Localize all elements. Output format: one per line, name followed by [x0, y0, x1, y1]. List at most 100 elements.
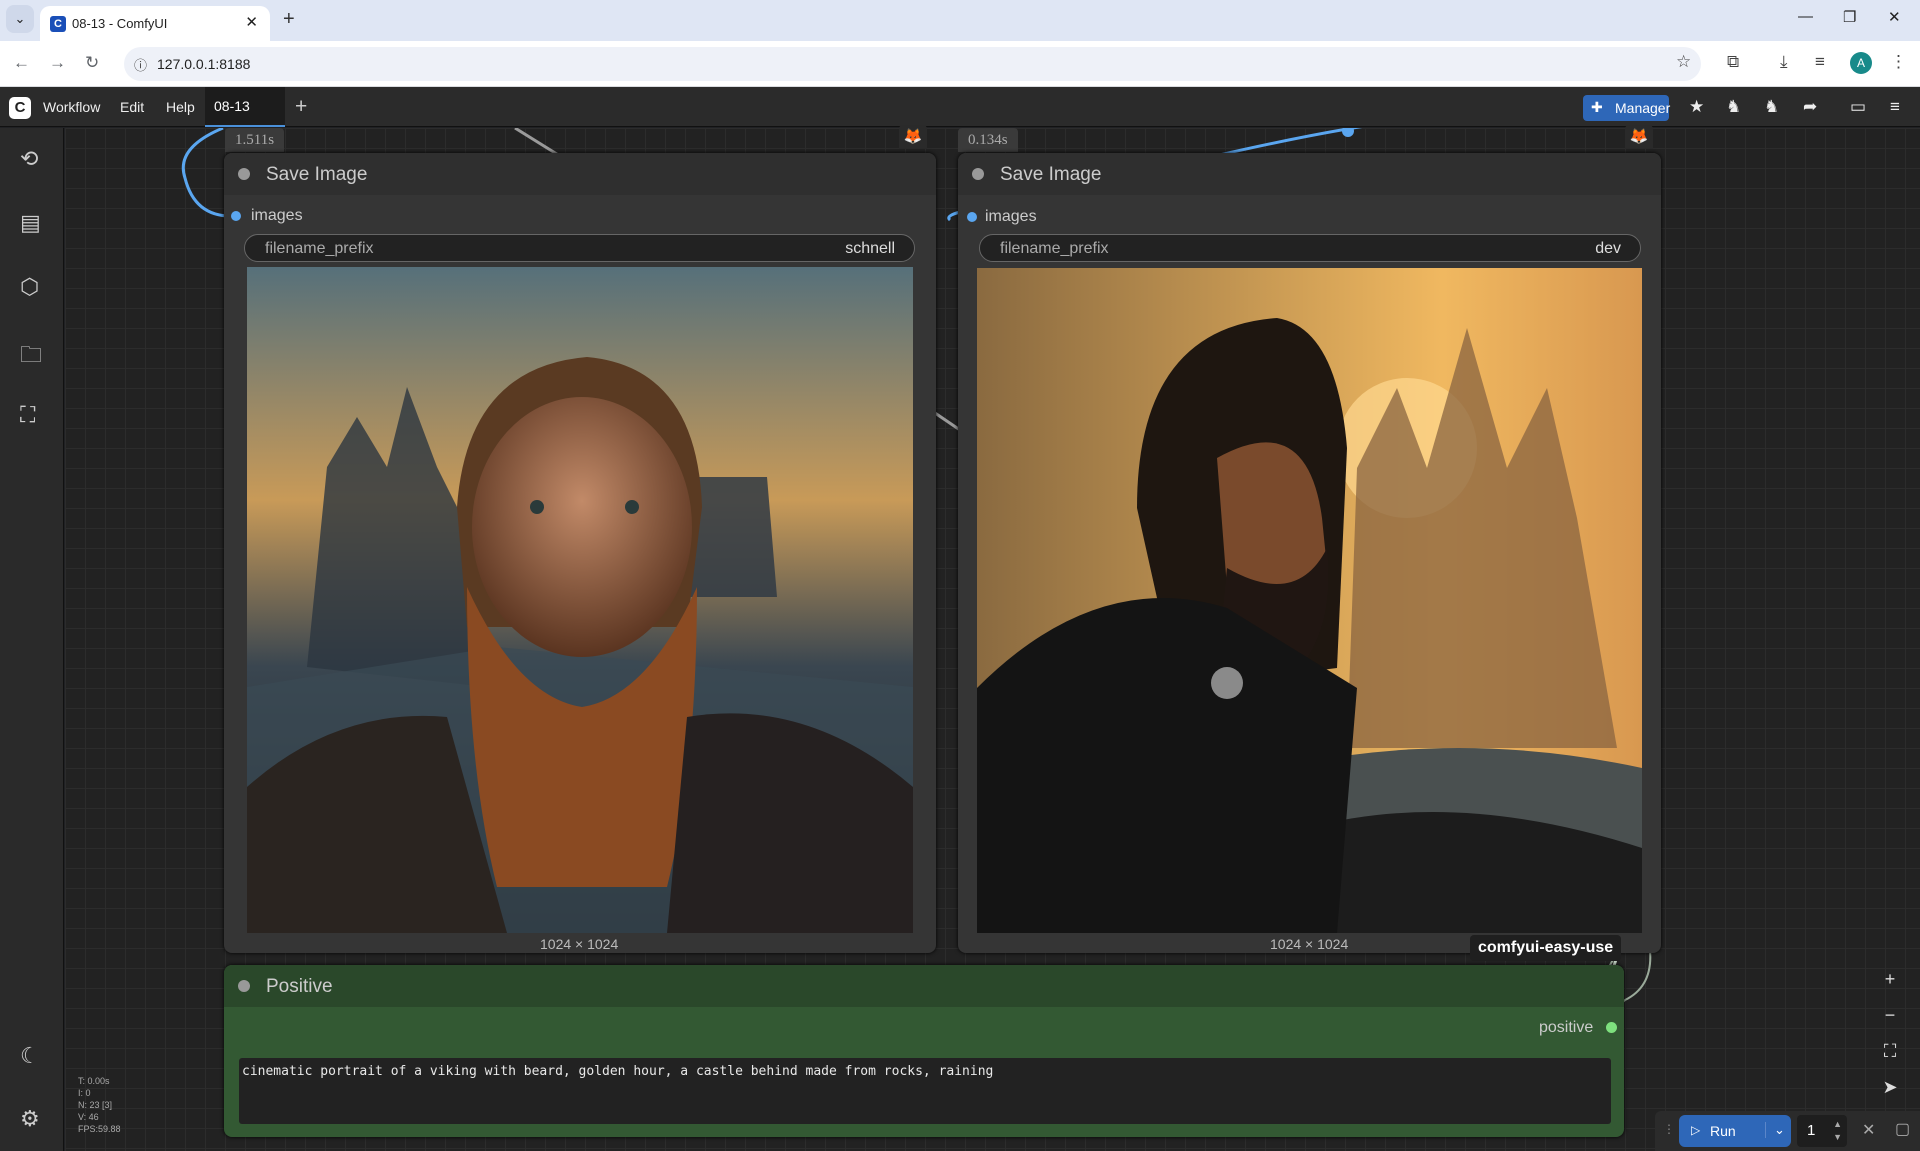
run-button[interactable]: ▷ Run ⌄ [1679, 1115, 1791, 1147]
zoom-out-icon[interactable]: − [1870, 997, 1910, 1033]
filename-prefix-widget[interactable]: filename_prefix schnell [244, 234, 915, 262]
browser-tab[interactable]: C 08-13 - ComfyUI ✕ [40, 6, 270, 41]
increment-icon[interactable]: ▲ [1833, 1119, 1842, 1129]
browser-menu-icon[interactable]: ⋮ [1890, 52, 1907, 72]
star-icon[interactable]: ★ [1689, 97, 1704, 117]
panel-toggle-icon[interactable]: ▭ [1850, 97, 1866, 117]
downloads-icon[interactable]: ⤓ [1780, 52, 1788, 72]
profile-avatar[interactable]: A [1850, 52, 1872, 74]
images-input-slot[interactable] [967, 212, 977, 222]
tab-title: 08-13 - ComfyUI [72, 16, 168, 31]
run-mode-dropdown-icon[interactable]: ⌄ [1765, 1122, 1785, 1138]
fit-view-icon[interactable]: ⛶ [1870, 1033, 1910, 1069]
forward-icon[interactable]: → [49, 53, 66, 73]
images-input-label: images [985, 208, 1037, 225]
node-header[interactable]: Positive [224, 965, 1624, 1007]
stat-items: I: 0 [78, 1088, 91, 1098]
browser-toolbar: ← → ↻ ⓘ 127.0.0.1:8188 ☆ ⧉ ⤓ ≡ A ⋮ [0, 41, 1920, 87]
browser-tabstrip: ⌄ C 08-13 - ComfyUI ✕ + — ❐ ✕ [0, 0, 1920, 41]
canvas-zoom-controls: + − ⛶ ➤ [1870, 961, 1910, 1105]
reload-icon[interactable]: ↻ [85, 53, 99, 73]
model-library-icon[interactable]: ⬡ [20, 274, 39, 300]
tab-search-dropdown[interactable]: ⌄ [6, 5, 34, 33]
widget-value: schnell [845, 240, 895, 257]
menu-edit[interactable]: Edit [120, 99, 144, 115]
site-info-icon[interactable]: ⓘ [134, 55, 147, 74]
widget-name: filename_prefix [265, 240, 374, 257]
viking-profile-image [977, 268, 1642, 933]
save-image-node-schnell[interactable]: Save Image images filename_prefix schnel… [224, 153, 936, 953]
play-icon: ▷ [1691, 1123, 1701, 1137]
cancel-run-icon[interactable]: ✕ [1862, 1120, 1875, 1140]
comfy-menubar: C Workflow Edit Help 08-13 + ✚ Manager ★… [0, 87, 1920, 127]
select-mode-icon[interactable]: ➤ [1870, 1069, 1910, 1105]
fox-badge-icon: 🦊 [1625, 125, 1653, 149]
save-image-node-dev[interactable]: Save Image images filename_prefix dev 10… [958, 153, 1661, 953]
menu-workflow[interactable]: Workflow [43, 99, 100, 115]
stat-time: T: 0.00s [78, 1076, 110, 1086]
prompt-textarea[interactable]: cinematic portrait of a viking with bear… [239, 1058, 1611, 1124]
positive-prompt-node[interactable]: Positive positive cinematic portrait of … [224, 965, 1624, 1137]
workflow-tab[interactable]: 08-13 [205, 87, 285, 127]
theme-moon-icon[interactable]: ☾ [20, 1043, 40, 1069]
model-alt-icon[interactable]: ♞ [1764, 97, 1779, 117]
collapse-dot[interactable] [972, 168, 984, 180]
node-header[interactable]: Save Image [224, 153, 936, 195]
manager-label: Manager [1615, 100, 1671, 116]
media-icon[interactable]: ≡ [1815, 52, 1825, 72]
collapse-dot[interactable] [238, 980, 250, 992]
model-icon[interactable]: ♞ [1726, 97, 1741, 117]
url-text: 127.0.0.1:8188 [157, 56, 251, 72]
render-stats: T: 0.00s I: 0 N: 23 [3] V: 46 FPS:59.88 [78, 1075, 121, 1135]
batch-count-input[interactable]: 1 ▲ ▼ [1797, 1115, 1847, 1147]
stat-visible: V: 46 [78, 1112, 99, 1122]
queue-icon[interactable]: ▤ [20, 210, 41, 236]
fox-badge-icon: 🦊 [899, 125, 927, 149]
stat-fps: FPS:59.88 [78, 1124, 121, 1134]
new-workflow-button[interactable]: + [295, 95, 307, 119]
decrement-icon[interactable]: ▼ [1833, 1132, 1842, 1142]
positive-output-label: positive [1539, 1019, 1594, 1036]
filename-prefix-widget[interactable]: filename_prefix dev [979, 234, 1641, 262]
stat-nodes: N: 23 [3] [78, 1100, 113, 1110]
close-tab-icon[interactable]: ✕ [245, 13, 258, 31]
collapse-dot[interactable] [238, 168, 250, 180]
new-tab-button[interactable]: + [283, 8, 295, 31]
settings-gear-icon[interactable]: ⚙ [20, 1106, 40, 1132]
output-image-viking-profile[interactable] [977, 268, 1642, 933]
extensions-icon[interactable]: ⧉ [1727, 52, 1739, 72]
viking-portrait-image [247, 267, 913, 933]
node-title: Save Image [1000, 164, 1102, 185]
close-window-icon[interactable]: ✕ [1888, 8, 1901, 26]
node-title: Positive [266, 976, 333, 997]
queue-panel-icon[interactable]: ▢ [1895, 1119, 1910, 1139]
left-sidebar: ⟲ ▤ ⬡ 🗀 ⛶ ☾ ⚙ [0, 128, 64, 1151]
batch-count-value: 1 [1807, 1122, 1816, 1139]
comfyui-logo[interactable]: C [9, 97, 31, 119]
menu-help[interactable]: Help [166, 99, 195, 115]
manager-button[interactable]: ✚ Manager [1583, 95, 1671, 121]
widget-name: filename_prefix [1000, 240, 1109, 257]
node-library-icon[interactable]: ⛶ [20, 402, 35, 428]
restore-icon[interactable]: ❐ [1843, 8, 1856, 26]
history-icon[interactable]: ⟲ [20, 146, 38, 172]
back-icon[interactable]: ← [13, 53, 30, 73]
images-input-slot[interactable] [231, 211, 241, 221]
hamburger-menu-icon[interactable]: ≡ [1890, 97, 1900, 117]
puzzle-icon: ✚ [1591, 99, 1603, 115]
run-toolbar: ⋮⋮ ▷ Run ⌄ 1 ▲ ▼ ✕ ▢ [1655, 1111, 1920, 1151]
workflow-tab-label: 08-13 [214, 98, 250, 114]
node-header[interactable]: Save Image [958, 153, 1661, 195]
address-bar[interactable]: ⓘ 127.0.0.1:8188 [124, 47, 1701, 81]
positive-output-slot[interactable] [1606, 1022, 1617, 1033]
widget-value: dev [1595, 240, 1621, 257]
zoom-in-icon[interactable]: + [1870, 961, 1910, 997]
workflows-folder-icon[interactable]: 🗀 [20, 338, 42, 376]
output-image-viking-front[interactable] [247, 267, 913, 933]
images-input-label: images [251, 207, 303, 224]
comfyui-favicon: C [50, 16, 66, 32]
share-icon[interactable]: ➦ [1803, 97, 1817, 117]
minimize-icon[interactable]: — [1798, 8, 1813, 25]
exec-time-badge: 1.511s [225, 128, 285, 152]
bookmark-star-icon[interactable]: ☆ [1676, 52, 1691, 72]
